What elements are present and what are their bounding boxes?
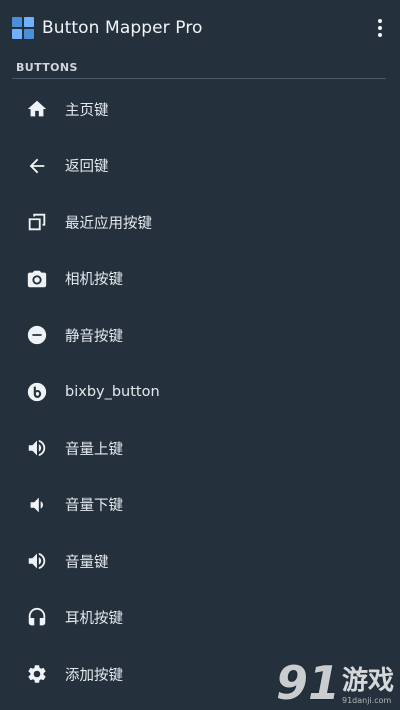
- more-vert-icon[interactable]: [370, 16, 390, 40]
- list-item-label: 静音按键: [65, 328, 123, 345]
- arrow-back-icon: [24, 153, 50, 179]
- headset-icon: [24, 605, 50, 631]
- list-item-bixby[interactable]: bixby_button: [0, 364, 400, 421]
- app-title: Button Mapper Pro: [42, 18, 203, 38]
- watermark-text: 游戏: [341, 666, 394, 696]
- app-bar: Button Mapper Pro: [0, 0, 400, 56]
- list-item-label: 返回键: [65, 159, 109, 176]
- watermark-url: 91danji.com: [341, 696, 392, 705]
- recent-apps-icon: [24, 209, 50, 235]
- volume-up-icon: [24, 435, 50, 461]
- list-item-label: 耳机按键: [65, 611, 123, 628]
- list-item-label: 相机按键: [65, 272, 123, 289]
- list-item-home[interactable]: 主页键: [0, 81, 400, 138]
- bixby-icon: [24, 379, 50, 405]
- list-item-label: bixby_button: [65, 383, 160, 400]
- list-item-volume-down[interactable]: 音量下键: [0, 477, 400, 534]
- watermark: 91 游戏 91danji.com: [276, 660, 394, 706]
- list-item-camera[interactable]: 相机按键: [0, 251, 400, 308]
- mute-icon: [24, 322, 50, 348]
- volume-down-icon: [24, 492, 50, 518]
- list-item-label: 主页键: [65, 102, 109, 119]
- volume-icon: [24, 548, 50, 574]
- list-item-mute[interactable]: 静音按键: [0, 307, 400, 364]
- home-icon: [24, 96, 50, 122]
- list-item-label: 音量键: [65, 554, 109, 571]
- list-item-headset[interactable]: 耳机按键: [0, 590, 400, 647]
- section-header-buttons: BUTTONS: [16, 61, 78, 74]
- settings-gear-icon: [24, 661, 50, 687]
- list-item-volume-up[interactable]: 音量上键: [0, 420, 400, 477]
- camera-icon: [24, 266, 50, 292]
- list-item-recent-apps[interactable]: 最近应用按键: [0, 194, 400, 251]
- list-item-label: 音量下键: [65, 498, 123, 515]
- list-item-label: 添加按键: [65, 667, 123, 684]
- watermark-number: 91: [275, 656, 340, 710]
- list-item-label: 最近应用按键: [65, 215, 152, 232]
- list-item-volume[interactable]: 音量键: [0, 533, 400, 590]
- button-list: 主页键 返回键 最近应用按键 相机按键 静音按键 bixby_button 音量…: [0, 79, 400, 703]
- button-mapper-app-icon: [12, 17, 34, 39]
- list-item-back[interactable]: 返回键: [0, 138, 400, 195]
- list-item-label: 音量上键: [65, 441, 123, 458]
